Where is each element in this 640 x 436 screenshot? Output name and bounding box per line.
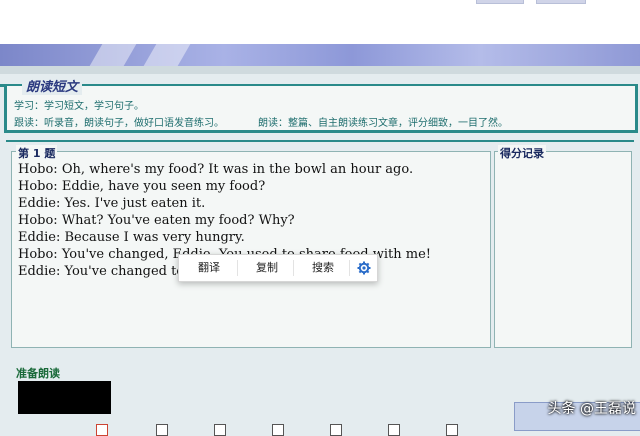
intro-read-text: 朗读：整篇、自主朗读练习文章，评分细致，一目了然。 (258, 118, 508, 129)
dialog-line[interactable]: Eddie: You've changed to (18, 264, 184, 279)
top-tab[interactable] (536, 0, 586, 4)
menu-separator (349, 260, 350, 276)
top-tab[interactable] (476, 0, 524, 4)
menu-separator (237, 260, 238, 276)
option-checkbox[interactable] (214, 424, 226, 436)
option-checkbox[interactable] (96, 424, 108, 436)
ready-label: 准备朗读 (16, 367, 60, 380)
watermark: 头条 @王磊说 (547, 401, 636, 417)
score-panel (494, 151, 632, 348)
intro-title: 朗读短文 (22, 76, 83, 95)
option-checkbox[interactable] (446, 424, 458, 436)
context-menu: 翻译 复制 搜索 (178, 254, 378, 282)
intro-learn-text: 学习：学习短文，学习句子。 (14, 101, 144, 112)
dialog-line[interactable]: Hobo: Oh, where's my food? It was in the… (18, 162, 413, 177)
banner-shadow (0, 66, 640, 74)
gear-icon[interactable] (351, 255, 377, 281)
option-checkbox[interactable] (272, 424, 284, 436)
score-label: 得分记录 (498, 145, 546, 161)
dialog-line[interactable]: Hobo: What? You've eaten my food? Why? (18, 213, 295, 228)
section-divider (6, 140, 634, 142)
translate-menu-item[interactable]: 翻译 (183, 255, 235, 281)
dialog-line[interactable]: Hobo: Eddie, have you seen my food? (18, 179, 265, 194)
option-checkbox[interactable] (330, 424, 342, 436)
intro-follow-text: 跟读：听录音，朗读句子，做好口语发音练习。 (14, 118, 224, 129)
top-area (0, 0, 640, 44)
search-menu-item[interactable]: 搜索 (295, 255, 351, 281)
copy-menu-item[interactable]: 复制 (239, 255, 295, 281)
dialog-line[interactable]: Eddie: Because I was very hungry. (18, 230, 245, 245)
option-checkbox[interactable] (156, 424, 168, 436)
recording-display (18, 381, 111, 414)
question-label: 第 1 题 (16, 145, 58, 161)
menu-separator (293, 260, 294, 276)
option-checkbox[interactable] (388, 424, 400, 436)
dialog-line[interactable]: Eddie: Yes. I've just eaten it. (18, 196, 205, 211)
